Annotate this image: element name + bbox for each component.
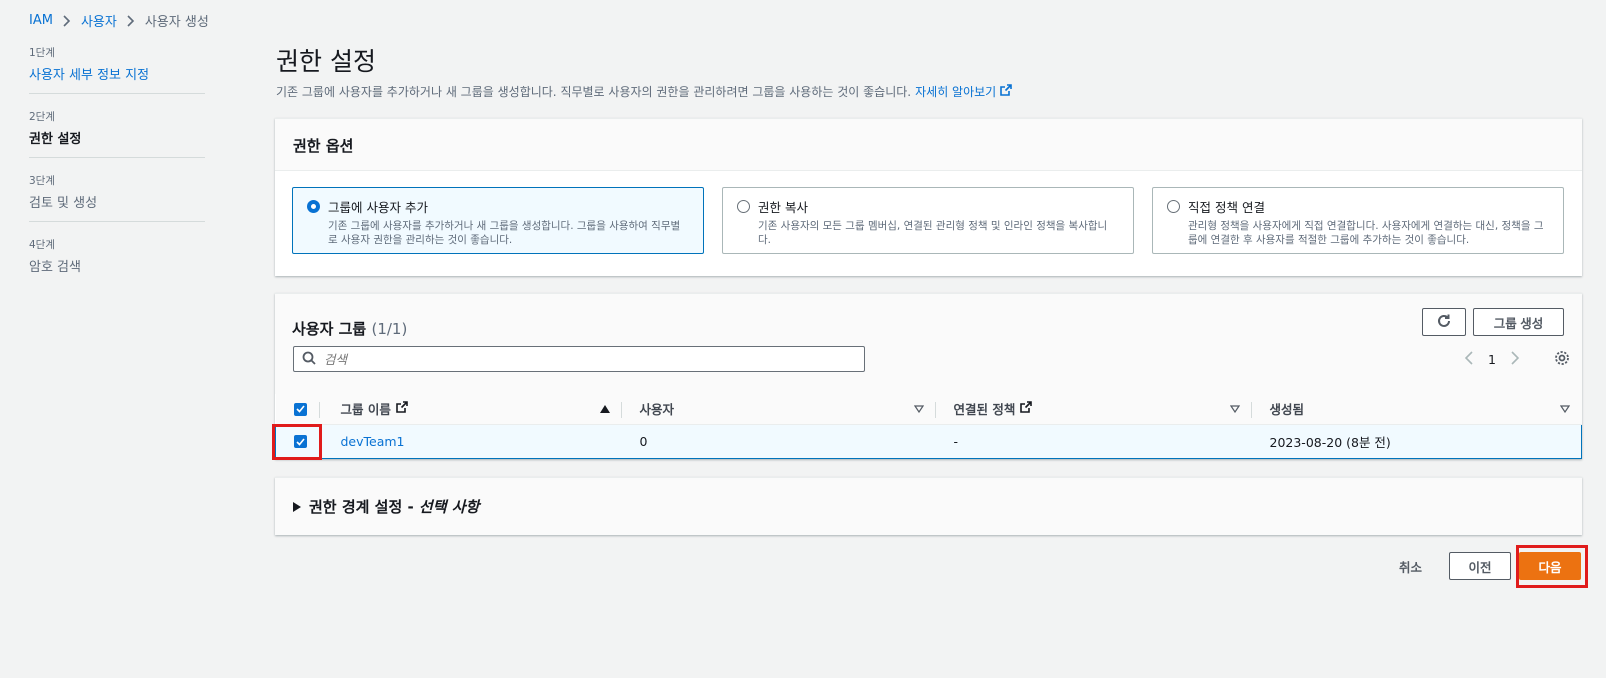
caret-right-icon[interactable] [293, 498, 301, 516]
next-button[interactable]: 다음 [1519, 552, 1581, 580]
permissions-boundary-title: 권한 경계 설정 - [309, 498, 419, 516]
group-created-cell: 2023-08-20 (8분 전) [1251, 423, 1582, 459]
group-users-cell: 0 [621, 423, 936, 459]
sort-icon[interactable] [913, 401, 924, 416]
permission-option-tiles: 그룹에 사용자 추가 기존 그룹에 사용자를 추가하거나 새 그룹을 생성합니다… [275, 171, 1582, 270]
external-link-icon [1000, 84, 1013, 99]
step-current-permissions: 권한 설정 [29, 132, 82, 147]
row-select-cell [275, 423, 320, 459]
radio-selected-icon[interactable] [307, 200, 320, 213]
user-groups-title: 사용자 그룹 (1/1) [292, 318, 1565, 339]
step-password: 암호 검색 [29, 260, 81, 275]
user-groups-table: 그룹 이름 사용자 연결된 정책 생성됨 devTeam1 0 - 2023-0… [275, 394, 1582, 459]
option-description: 관리형 정책을 사용자에게 직접 연결합니다. 사용자에게 연결하는 대신, 정… [1188, 220, 1544, 246]
user-groups-title-text: 사용자 그룹 [292, 320, 367, 338]
option-copy-permissions[interactable]: 권한 복사 기존 사용자의 모든 그룹 멤버십, 연결된 관리형 정책 및 인라… [722, 187, 1134, 254]
create-group-button[interactable]: 그룹 생성 [1473, 308, 1564, 336]
table-header-row: 그룹 이름 사용자 연결된 정책 생성됨 [275, 394, 1582, 425]
step-1: 1단계 사용자 세부 정보 지정 [29, 45, 205, 94]
step-number: 3단계 [29, 175, 56, 187]
group-policies-cell: - [935, 423, 1252, 459]
breadcrumb: IAM 사용자 사용자 생성 [29, 11, 209, 30]
option-add-to-group[interactable]: 그룹에 사용자 추가 기존 그룹에 사용자를 추가하거나 새 그룹을 생성합니다… [292, 187, 704, 254]
step-number: 2단계 [29, 111, 56, 123]
permission-options-panel: 권한 옵션 그룹에 사용자 추가 기존 그룹에 사용자를 추가하거나 새 그룹을… [275, 118, 1582, 276]
option-title: 그룹에 사용자 추가 [328, 200, 428, 215]
wizard-steps: 1단계 사용자 세부 정보 지정 2단계 권한 설정 3단계 검토 및 생성 4… [29, 45, 205, 300]
radio-icon[interactable] [1167, 200, 1180, 213]
refresh-button[interactable] [1422, 308, 1466, 336]
search-box [293, 346, 865, 372]
col-group-name-label: 그룹 이름 [340, 402, 391, 418]
chevron-right-icon [63, 14, 71, 27]
sort-ascending-icon[interactable] [599, 401, 610, 416]
option-description: 기존 그룹에 사용자를 추가하거나 새 그룹을 생성합니다. 그룹을 사용하여 … [328, 220, 681, 246]
pagination: 1 [1464, 351, 1520, 368]
external-link-icon [1020, 401, 1033, 416]
group-name-link[interactable]: devTeam1 [319, 423, 622, 459]
page-number[interactable]: 1 [1488, 352, 1496, 367]
option-attach-policies[interactable]: 직접 정책 연결 관리형 정책을 사용자에게 직접 연결합니다. 사용자에게 연… [1152, 187, 1564, 254]
step-review: 검토 및 생성 [29, 196, 98, 211]
step-4: 4단계 암호 검색 [29, 237, 205, 285]
user-groups-header: 사용자 그룹 (1/1) 그룹 생성 1 [275, 294, 1582, 394]
search-input[interactable] [324, 351, 844, 367]
breadcrumb-users[interactable]: 사용자 [81, 11, 117, 30]
user-groups-count: (1/1) [371, 320, 408, 338]
col-group-name[interactable]: 그룹 이름 [319, 394, 622, 425]
page-title: 권한 설정 [276, 47, 376, 76]
col-users[interactable]: 사용자 [621, 394, 936, 425]
table-row[interactable]: devTeam1 0 - 2023-08-20 (8분 전) [275, 423, 1582, 459]
select-all-checkbox[interactable] [293, 402, 307, 416]
learn-more-link[interactable]: 자세히 알아보기 [915, 83, 996, 100]
option-description: 기존 사용자의 모든 그룹 멤버십, 연결된 관리형 정책 및 인라인 정책을 … [758, 220, 1108, 246]
step-number: 4단계 [29, 239, 56, 251]
option-title: 직접 정책 연결 [1188, 200, 1265, 215]
breadcrumb-iam[interactable]: IAM [29, 13, 53, 28]
row-checkbox[interactable] [294, 435, 307, 448]
page-description: 기존 그룹에 사용자를 추가하거나 새 그룹을 생성합니다. 직무별로 사용자의… [276, 83, 1013, 100]
col-attached-policies[interactable]: 연결된 정책 [935, 394, 1252, 425]
permissions-boundary-panel[interactable]: 권한 경계 설정 - 선택 사항 [275, 477, 1582, 535]
page-description-text: 기존 그룹에 사용자를 추가하거나 새 그룹을 생성합니다. 직무별로 사용자의… [276, 85, 912, 99]
permission-options-header: 권한 옵션 [275, 119, 1582, 171]
cancel-button[interactable]: 취소 [1399, 557, 1422, 576]
radio-icon[interactable] [737, 200, 750, 213]
step-number: 1단계 [29, 47, 56, 59]
sort-icon[interactable] [1559, 401, 1570, 416]
step-2: 2단계 권한 설정 [29, 109, 205, 158]
breadcrumb-current: 사용자 생성 [144, 15, 209, 30]
chevron-right-icon [127, 14, 135, 27]
col-attached-policies-label: 연결된 정책 [953, 402, 1016, 418]
gear-icon[interactable] [1554, 350, 1570, 369]
step-3: 3단계 검토 및 생성 [29, 173, 205, 222]
col-created[interactable]: 생성됨 [1251, 394, 1582, 425]
sort-icon[interactable] [1229, 401, 1240, 416]
chevron-left-icon[interactable] [1464, 351, 1473, 368]
user-groups-panel: 사용자 그룹 (1/1) 그룹 생성 1 [275, 293, 1582, 459]
permissions-boundary-optional: 선택 사항 [418, 498, 480, 516]
option-title: 권한 복사 [758, 200, 808, 215]
search-icon [302, 351, 316, 368]
external-link-icon [396, 401, 408, 416]
chevron-right-icon[interactable] [1511, 351, 1520, 368]
step-link-user-details[interactable]: 사용자 세부 정보 지정 [29, 64, 205, 83]
select-all-cell [275, 394, 320, 425]
refresh-icon [1436, 313, 1452, 332]
previous-button[interactable]: 이전 [1449, 552, 1511, 580]
col-created-label: 생성됨 [1269, 402, 1305, 418]
col-users-label: 사용자 [639, 402, 675, 418]
